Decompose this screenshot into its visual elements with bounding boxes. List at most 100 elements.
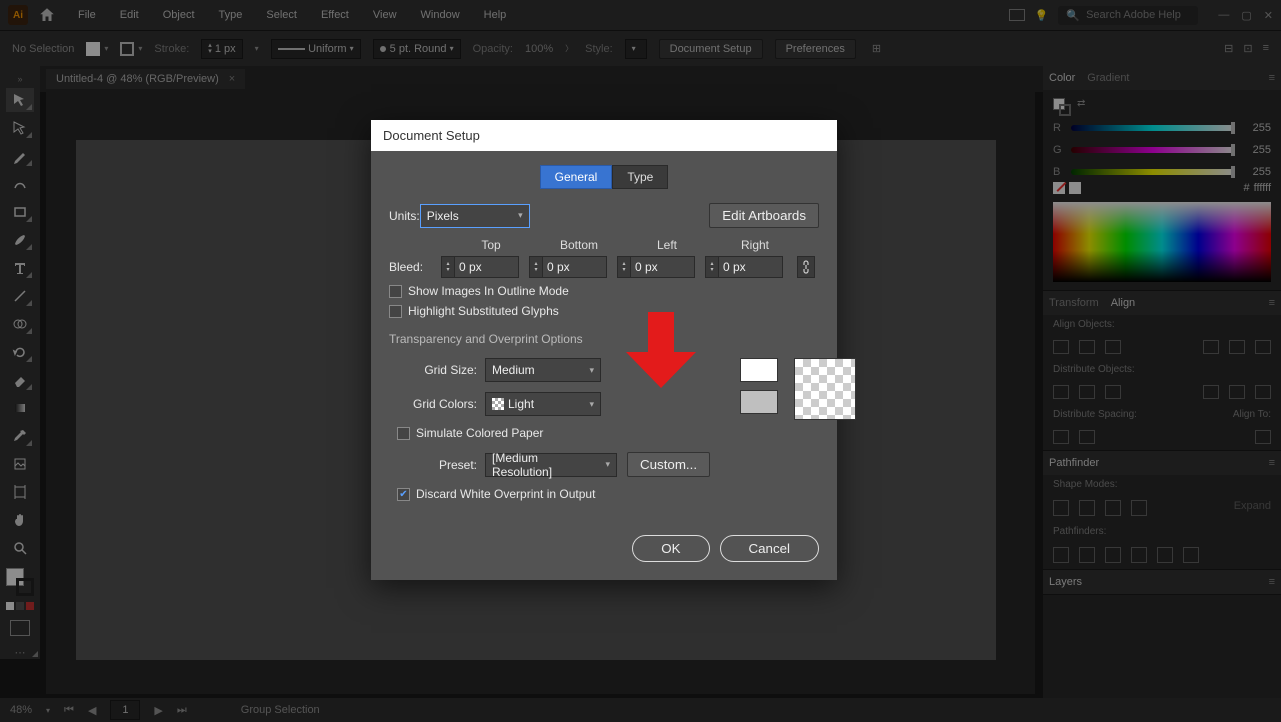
help-search[interactable]: 🔍 Search Adobe Help [1058, 6, 1198, 25]
pf-merge[interactable] [1105, 547, 1121, 563]
pf-crop[interactable] [1131, 547, 1147, 563]
stroke-profile[interactable]: Uniform ▾ [271, 39, 361, 59]
pf-minusback[interactable] [1183, 547, 1199, 563]
nav-prev-first[interactable]: ⏮ [64, 704, 74, 717]
preset-select[interactable]: [Medium Resolution]▾ [485, 453, 617, 477]
document-setup-button[interactable]: Document Setup [659, 39, 763, 59]
style-dropdown[interactable]: ▾ [625, 39, 647, 59]
g-slider[interactable] [1071, 147, 1235, 153]
window-minimize[interactable]: — [1218, 9, 1229, 22]
align-hcenter[interactable] [1079, 340, 1095, 354]
grid-color-dark[interactable] [740, 390, 778, 414]
menu-select[interactable]: Select [256, 5, 307, 25]
zoom-tool[interactable] [6, 536, 34, 560]
hex-value[interactable]: ffffff [1254, 182, 1271, 194]
screen-mode[interactable] [10, 620, 30, 636]
stroke-weight[interactable]: ▴▾ 1 px [201, 39, 242, 59]
opacity-value[interactable]: 100% [525, 43, 553, 55]
ok-button[interactable]: OK [632, 535, 709, 562]
panel-menu-icon[interactable]: ≡ [1269, 457, 1275, 469]
swap-fill-stroke-icon[interactable]: ⇄ [1077, 98, 1085, 116]
window-maximize[interactable]: ▢ [1241, 9, 1251, 22]
cancel-button[interactable]: Cancel [720, 535, 820, 562]
r-slider[interactable] [1071, 125, 1235, 131]
expand-button[interactable]: Expand [1234, 500, 1271, 516]
chk-glyphs[interactable] [389, 305, 402, 318]
layout-icon[interactable] [1009, 9, 1025, 21]
intersect[interactable] [1105, 500, 1121, 516]
edit-toolbar[interactable]: ⋯ [15, 646, 26, 659]
dist-right[interactable] [1255, 385, 1271, 399]
color-mode-swatches[interactable] [6, 602, 34, 610]
fill-stroke-control[interactable] [6, 568, 34, 596]
lightbulb-icon[interactable]: 💡 [1035, 9, 1049, 22]
align-left[interactable] [1053, 340, 1069, 354]
chk-discard-overprint[interactable]: ✔ [397, 488, 410, 501]
dist-top[interactable] [1053, 385, 1069, 399]
align-icon[interactable]: ⊞ [872, 42, 881, 55]
r-value[interactable]: 255 [1243, 122, 1271, 134]
brush-def[interactable]: 5 pt. Round ▾ [373, 39, 461, 59]
curvature-tool[interactable] [6, 172, 34, 196]
pf-divide[interactable] [1053, 547, 1069, 563]
nav-next-last[interactable]: ⏭ [177, 704, 187, 717]
custom-button[interactable]: Custom... [627, 452, 710, 477]
window-close[interactable]: ✕ [1264, 9, 1273, 22]
home-icon[interactable] [38, 6, 56, 24]
units-select[interactable]: Pixels▾ [420, 204, 530, 228]
tab-general[interactable]: General [540, 165, 613, 189]
dist-vcenter[interactable] [1079, 385, 1095, 399]
fill-swatch[interactable] [86, 42, 100, 56]
exclude[interactable] [1131, 500, 1147, 516]
toolbar-icon-1[interactable]: ⊟ [1224, 42, 1233, 55]
b-slider[interactable] [1071, 169, 1235, 175]
unite[interactable] [1053, 500, 1069, 516]
shape-builder-tool[interactable] [6, 312, 34, 336]
pen-tool[interactable] [6, 144, 34, 168]
panel-menu-icon[interactable]: ≡ [1269, 576, 1275, 588]
menu-view[interactable]: View [363, 5, 407, 25]
bleed-right[interactable]: ▴▾ [705, 256, 787, 278]
menu-effect[interactable]: Effect [311, 5, 359, 25]
selection-tool[interactable] [6, 88, 34, 112]
gradient-tool[interactable] [6, 396, 34, 420]
dist-left[interactable] [1203, 385, 1219, 399]
chk-simulate-paper[interactable] [397, 427, 410, 440]
menu-edit[interactable]: Edit [110, 5, 149, 25]
nav-prev[interactable]: ◀ [88, 704, 96, 717]
menu-object[interactable]: Object [153, 5, 205, 25]
align-vcenter[interactable] [1229, 340, 1245, 354]
pf-trim[interactable] [1079, 547, 1095, 563]
bleed-top[interactable]: ▴▾ [441, 256, 523, 278]
zoom-level[interactable]: 48% [10, 704, 32, 716]
panel-menu-icon[interactable]: ≡ [1269, 72, 1275, 84]
tab-pathfinder[interactable]: Pathfinder [1049, 457, 1099, 469]
chk-outline-mode[interactable] [389, 285, 402, 298]
align-right[interactable] [1105, 340, 1121, 354]
eraser-tool[interactable] [6, 368, 34, 392]
bleed-bottom[interactable]: ▴▾ [529, 256, 611, 278]
tab-layers[interactable]: Layers [1049, 576, 1082, 588]
close-icon[interactable]: × [229, 73, 235, 85]
panel-menu-icon[interactable]: ≡ [1269, 297, 1275, 309]
place-tool[interactable] [6, 452, 34, 476]
direct-selection-tool[interactable] [6, 116, 34, 140]
rotate-tool[interactable] [6, 340, 34, 364]
color-spectrum[interactable] [1053, 202, 1271, 282]
toolbar-icon-2[interactable]: ⊡ [1243, 42, 1252, 55]
artboard-nav[interactable]: 1 [110, 700, 140, 720]
dist-space-h[interactable] [1079, 430, 1095, 444]
align-to-selection[interactable] [1255, 430, 1271, 444]
bleed-left[interactable]: ▴▾ [617, 256, 699, 278]
artboard-tool[interactable] [6, 480, 34, 504]
stroke-swatch[interactable] [120, 42, 134, 56]
dist-hcenter[interactable] [1229, 385, 1245, 399]
link-bleed-icon[interactable] [797, 256, 815, 278]
align-top[interactable] [1203, 340, 1219, 354]
tab-align[interactable]: Align [1111, 297, 1135, 309]
edit-artboards-button[interactable]: Edit Artboards [709, 203, 819, 228]
line-tool[interactable] [6, 284, 34, 308]
dist-space-v[interactable] [1053, 430, 1069, 444]
paintbrush-tool[interactable] [6, 228, 34, 252]
none-swatch[interactable] [1053, 182, 1065, 194]
